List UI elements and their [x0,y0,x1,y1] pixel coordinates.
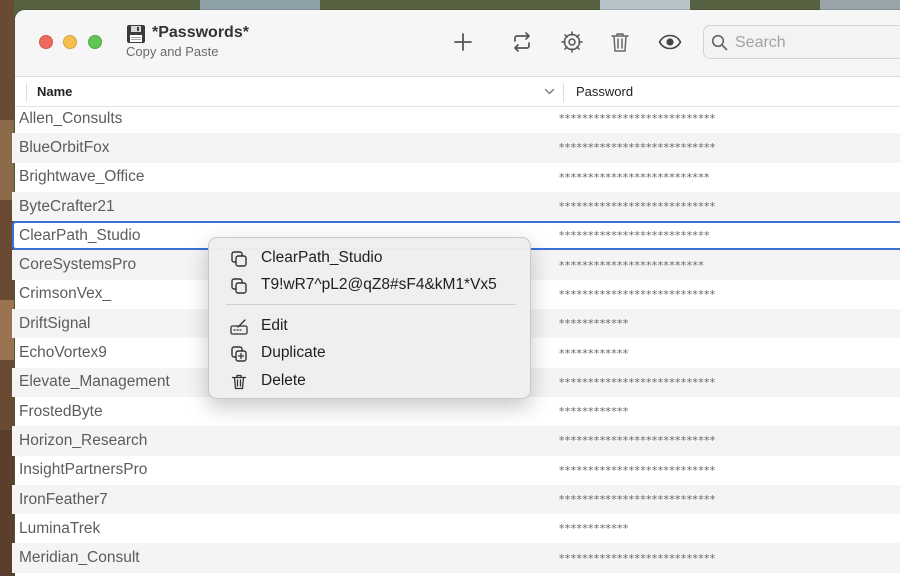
entry-password: *************************** [559,200,716,214]
edit-icon [230,319,248,335]
close-window-button[interactable] [39,35,53,49]
entry-password: ************************* [559,258,704,272]
entry-name: Brightwave_Office [19,168,145,186]
settings-button[interactable] [557,28,587,56]
search-input[interactable] [735,32,900,54]
sync-icon [514,32,530,52]
edit-menu-item[interactable]: Edit [209,314,530,340]
entry-name: BlueOrbitFox [19,138,110,156]
entry-name: FrostedByte [19,402,103,420]
delete-menu-item[interactable]: Delete [209,369,530,395]
entry-name: CrimsonVex_ [19,285,112,303]
entry-password: *************************** [559,112,716,126]
table-row[interactable]: InsightPartnersPro **********************… [12,456,900,485]
entry-password: *************************** [559,141,716,155]
entry-name: IronFeather7 [19,490,108,508]
table-row[interactable]: IronFeather7 *************************** [12,484,900,515]
entry-name: Allen_Consults [19,109,123,127]
menu-item-label: Delete [261,372,306,389]
floppy-disk-icon [127,25,145,43]
add-entry-button[interactable] [448,28,478,56]
sync-button[interactable] [507,28,537,56]
minimize-window-button[interactable] [63,35,77,49]
entry-password: *************************** [559,493,716,506]
duplicate-menu-item[interactable]: Duplicate [209,341,530,367]
table-row[interactable]: Horizon_Research ************************… [12,426,900,456]
entry-name: ByteCrafter21 [19,197,115,215]
magnifier-icon [711,34,728,51]
entry-name: LuminaTrek [19,519,101,537]
entry-name: InsightPartnersPro [19,461,148,479]
entry-password: ************ [559,317,629,331]
entry-password: ************************** [559,229,710,243]
copy-icon [231,278,247,294]
copy-name-menu-item[interactable]: ClearPath_Studio [209,246,530,272]
duplicate-icon [231,346,247,362]
entry-name: Elevate_Management [19,373,170,391]
table-row[interactable]: BlueOrbitFox *************************** [12,133,900,163]
table-row[interactable]: FrostedByte ************ [12,397,900,426]
search-field[interactable] [703,25,900,59]
entry-password: *************************** [559,434,716,448]
entry-password: *************************** [559,551,716,565]
menu-item-label: Edit [261,317,288,334]
copy-password-menu-item[interactable]: T9!wR7^pL2@qZ8#sF4&kM1*Vx5 [209,273,530,299]
table-row[interactable]: Allen_Consults **************************… [12,104,900,133]
entry-name: EchoVortex9 [19,344,107,362]
table-row[interactable]: Brightwave_Office ***********************… [12,163,900,192]
entry-password: ************ [559,522,629,536]
entry-password: *************************** [559,375,716,389]
column-header-name[interactable]: Name [37,84,72,99]
table-row[interactable]: ByteCrafter21 *************************** [12,191,900,222]
entry-name: Meridian_Consult [19,549,140,567]
entry-name: DriftSignal [19,314,91,332]
zoom-window-button[interactable] [88,35,102,49]
entry-name: Horizon_Research [19,431,148,449]
menu-item-label: Duplicate [261,344,326,361]
chevron-down-icon[interactable] [544,87,555,96]
column-separator [26,83,27,102]
entry-name: ClearPath_Studio [19,226,141,244]
trash-icon [231,374,247,390]
gear-icon [561,31,583,53]
delete-entry-button[interactable] [605,28,635,56]
menu-item-label: T9!wR7^pL2@qZ8#sF4&kM1*Vx5 [261,276,497,293]
trash-icon [611,33,629,52]
table-header: Name Password [15,77,900,107]
menu-separator [226,304,516,305]
column-header-password[interactable]: Password [576,84,633,99]
entry-password: ************************** [559,170,710,184]
context-menu: ClearPath_Studio T9!wR7^pL2@qZ8#sF4&kM1*… [208,237,531,399]
window-title: *Passwords* [152,24,249,41]
window-subtitle: Copy and Paste [126,44,219,59]
entry-password: ************ [559,405,629,419]
table-row[interactable]: Meridian_Consult ************************… [12,543,900,573]
show-passwords-button[interactable] [655,28,685,56]
toolbar: *Passwords* Copy and Paste [15,10,900,77]
entry-name: CoreSystemsPro [19,256,137,274]
entry-password: *************************** [559,287,716,301]
plus-icon [454,33,472,51]
table-row[interactable]: LuminaTrek ************ [12,514,900,543]
entry-password: *************************** [559,463,716,477]
entry-password: ************ [559,346,629,360]
copy-icon [231,251,247,267]
column-separator [563,83,564,102]
menu-item-label: ClearPath_Studio [261,249,383,266]
eye-icon [658,34,682,50]
